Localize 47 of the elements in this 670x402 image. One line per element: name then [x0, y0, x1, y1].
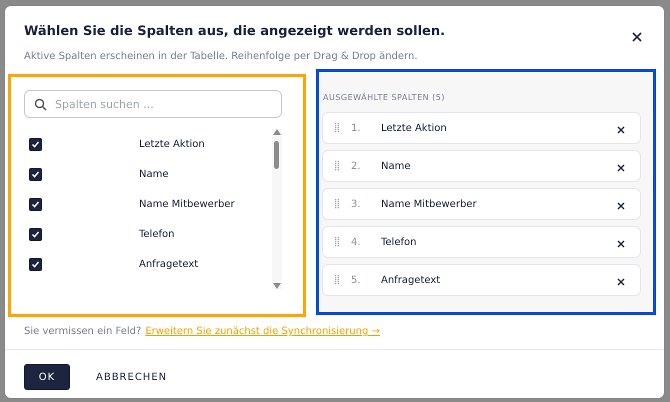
item-number: 3. — [351, 198, 362, 210]
search-field[interactable]: Spalten suchen ... — [24, 90, 282, 118]
selected-column-item[interactable]: 5. Anfragetext — [322, 264, 641, 296]
dialog-title: Wählen Sie die Spalten aus, die angezeigt werden sollen. — [24, 24, 446, 41]
item-number: 4. — [351, 236, 362, 248]
drag-handle-icon[interactable] — [335, 123, 339, 133]
column-label: Letzte Aktion — [139, 138, 205, 150]
column-label: Telefon — [139, 228, 174, 240]
checkbox[interactable] — [29, 168, 42, 180]
drag-handle-icon[interactable] — [335, 199, 339, 209]
check-icon — [31, 200, 40, 208]
check-icon — [31, 260, 40, 268]
hint-text: Sie vermissen ein Feld? — [24, 326, 142, 337]
checkbox[interactable] — [29, 138, 42, 150]
column-label: Name — [139, 168, 169, 180]
selected-column-item[interactable]: 1. Letzte Aktion — [322, 112, 641, 144]
item-number: 1. — [351, 122, 362, 134]
scroll-up-icon[interactable] — [273, 129, 281, 135]
selected-column-item[interactable]: 4. Telefon — [322, 226, 641, 258]
dialog-subtitle: Aktive Spalten erscheinen in der Tabelle. Reihenfolge per Drag & Drop ändern. — [24, 51, 418, 62]
ok-button[interactable]: OK — [24, 364, 70, 390]
column-label: Name Mitbewerber — [381, 198, 478, 210]
column-label: Letzte Aktion — [381, 122, 448, 134]
drag-handle-icon[interactable] — [335, 275, 339, 285]
check-icon — [31, 230, 40, 238]
drag-handle-icon[interactable] — [335, 161, 339, 171]
drag-handle-icon[interactable] — [335, 237, 339, 247]
column-label: Anfragetext — [139, 258, 198, 270]
cancel-button[interactable]: ABBRECHEN — [90, 370, 174, 384]
column-label: Name — [381, 160, 412, 172]
scroll-down-icon[interactable] — [273, 283, 281, 289]
close-icon[interactable] — [630, 30, 644, 44]
column-label: Telefon — [381, 236, 418, 248]
selected-column-item[interactable]: 3. Name Mitbewerber — [322, 188, 641, 220]
item-number: 5. — [351, 274, 362, 286]
column-label: Anfragetext — [381, 274, 442, 286]
checkbox[interactable] — [29, 198, 42, 210]
scrollbar-thumb[interactable] — [274, 141, 279, 169]
check-icon — [31, 140, 40, 148]
selected-column-item[interactable]: 2. Name — [322, 150, 641, 182]
item-number: 2. — [351, 160, 362, 172]
checkbox[interactable] — [29, 258, 42, 270]
column-label: Name Mitbewerber — [139, 198, 235, 210]
scrollbar[interactable] — [272, 129, 282, 289]
section-heading: AUSGEWÄHLTE SPALTEN (5) — [323, 93, 446, 102]
checkbox[interactable] — [29, 228, 42, 240]
check-icon — [31, 170, 40, 178]
